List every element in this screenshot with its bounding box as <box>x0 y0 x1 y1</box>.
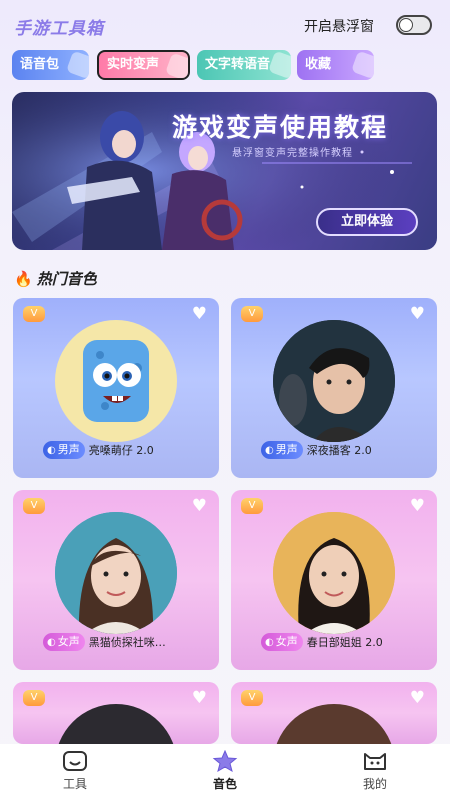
chip-label: 文字转语音 <box>205 57 271 72</box>
avatar <box>55 704 177 744</box>
heart-icon[interactable]: ♥ <box>192 496 207 516</box>
nav-mine[interactable]: 我的 <box>340 750 410 792</box>
voices-star-icon <box>212 750 238 772</box>
nav-label: 工具 <box>62 777 87 791</box>
nav-label: 音色 <box>212 777 237 791</box>
category-chips: 语音包 实时变声 文字转语音 收藏 <box>12 50 442 80</box>
card-meta: ◐ 男声 深夜播客 2.0 <box>261 439 372 459</box>
voice-card[interactable]: V ♥ <box>13 682 219 744</box>
chip-realtime-voice-change[interactable]: 实时变声 <box>97 50 190 80</box>
gender-label: 男声 <box>275 442 298 456</box>
heart-icon[interactable]: ♥ <box>410 688 425 708</box>
avatar <box>55 320 177 442</box>
sponge-character-illustration <box>83 340 149 422</box>
gender-badge: ◐ 女声 <box>43 632 85 651</box>
banner-subtitle: 悬浮窗变声完整操作教程 <box>232 148 353 159</box>
vip-gem-icon: V <box>23 690 45 706</box>
tools-face-icon <box>63 751 87 771</box>
avatar <box>273 512 395 634</box>
float-window-toggle[interactable] <box>396 15 432 35</box>
voice-pack-icon <box>65 50 89 80</box>
avatar <box>55 512 177 634</box>
chip-text-to-speech[interactable]: 文字转语音 <box>197 50 291 80</box>
favorites-icon <box>350 50 374 80</box>
chip-label: 收藏 <box>305 57 332 72</box>
voice-card[interactable]: V ♥ ◐ 男声 亮嗓萌仔 2.0 <box>13 298 219 478</box>
vip-gem-icon: V <box>241 690 263 706</box>
banner-title: 游戏变声使用教程 <box>172 113 389 142</box>
female-voice-icon: ◐ <box>47 636 56 648</box>
voice-card[interactable]: V ♥ ◐ 女声 春日部姐姐 2.0 <box>231 490 437 670</box>
header: 手游工具箱 开启悬浮窗 <box>0 0 450 48</box>
male-voice-icon: ◐ <box>265 444 274 456</box>
toggle-knob <box>399 18 413 32</box>
gender-label: 女声 <box>275 634 298 648</box>
card-meta: ◐ 女声 黑猫侦探社咪… <box>43 631 166 651</box>
male-voice-icon: ◐ <box>47 444 56 456</box>
gender-badge: ◐ 男声 <box>261 440 303 459</box>
bottom-nav: 工具 音色 我的 <box>0 744 450 800</box>
section-title-label: 热门音色 <box>36 270 97 288</box>
float-window-label: 开启悬浮窗 <box>304 19 374 35</box>
chip-favorites[interactable]: 收藏 <box>297 50 374 80</box>
tts-icon <box>267 50 291 80</box>
vip-gem-icon: V <box>241 306 263 322</box>
female-voice-icon: ◐ <box>265 636 274 648</box>
card-meta: ◐ 女声 春日部姐姐 2.0 <box>261 631 383 651</box>
app-title: 手游工具箱 <box>14 19 104 39</box>
nav-voices[interactable]: 音色 <box>190 750 260 792</box>
avatar <box>273 704 395 744</box>
voice-card[interactable]: V ♥ ◐ 男声 深夜播客 2.0 <box>231 298 437 478</box>
section-hot-voices: 🔥 热门音色 <box>14 268 97 289</box>
vip-gem-icon: V <box>23 498 45 514</box>
heart-icon[interactable]: ♥ <box>192 688 207 708</box>
mine-cat-icon <box>364 753 386 770</box>
voice-card[interactable]: V ♥ ◐ 女声 黑猫侦探社咪… <box>13 490 219 670</box>
nav-label: 我的 <box>362 777 387 791</box>
realtime-icon <box>164 52 188 78</box>
tutorial-banner[interactable]: 游戏变声使用教程 悬浮窗变声完整操作教程 立即体验 <box>12 92 437 250</box>
chip-label: 语音包 <box>20 57 60 72</box>
gender-badge: ◐ 男声 <box>43 440 85 459</box>
gender-badge: ◐ 女声 <box>261 632 303 651</box>
voice-name: 深夜播客 2.0 <box>306 443 372 457</box>
gender-label: 男声 <box>57 442 80 456</box>
voice-name: 亮嗓萌仔 2.0 <box>88 443 154 457</box>
chip-label: 实时变声 <box>107 57 160 72</box>
heart-icon[interactable]: ♥ <box>192 304 207 324</box>
heart-icon[interactable]: ♥ <box>410 304 425 324</box>
nav-tools[interactable]: 工具 <box>40 750 110 792</box>
male-portrait-illustration <box>273 320 395 442</box>
try-now-button[interactable]: 立即体验 <box>316 208 418 236</box>
fire-icon: 🔥 <box>14 270 33 288</box>
voice-name: 黑猫侦探社咪… <box>88 635 166 649</box>
vip-gem-icon: V <box>23 306 45 322</box>
voice-card[interactable]: V ♥ <box>231 682 437 744</box>
female-portrait-illustration <box>273 512 395 634</box>
chip-voice-pack[interactable]: 语音包 <box>12 50 89 80</box>
heart-icon[interactable]: ♥ <box>410 496 425 516</box>
vip-gem-icon: V <box>241 498 263 514</box>
card-meta: ◐ 男声 亮嗓萌仔 2.0 <box>43 439 154 459</box>
female-portrait-illustration <box>55 512 177 634</box>
voice-name: 春日部姐姐 2.0 <box>306 635 383 649</box>
gender-label: 女声 <box>57 634 80 648</box>
avatar <box>273 320 395 442</box>
